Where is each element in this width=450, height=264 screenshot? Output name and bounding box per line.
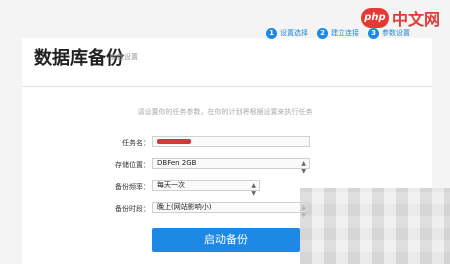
- storage-label: 存储位置：: [115, 161, 150, 169]
- step-1-number: 1: [266, 27, 277, 39]
- time-select[interactable]: 晚上(网站影响小) ▲▼: [152, 202, 310, 219]
- step-2[interactable]: 2 建立连接: [317, 27, 359, 39]
- time-label: 备份时段：: [115, 205, 150, 213]
- page-subtitle: 参数设置: [110, 53, 138, 61]
- start-backup-button[interactable]: 启动备份: [152, 228, 300, 252]
- watermark-text: 中文网: [391, 10, 440, 29]
- redacted-text: [157, 138, 191, 144]
- watermark-logo: php 中文网: [360, 6, 440, 30]
- storage-select[interactable]: DBFen 2GB ▲ ▼: [152, 158, 310, 175]
- step-2-label: 建立连接: [331, 29, 359, 37]
- form-hint: 请设置你的任务参数，在你的计划将根据设置来执行任务: [137, 108, 313, 116]
- frequency-select[interactable]: 每天一次 ▲ ▼: [152, 180, 260, 197]
- php-logo-icon: php: [360, 8, 389, 28]
- step-1-label: 设置选择: [280, 29, 308, 37]
- step-1[interactable]: 1 设置选择: [266, 27, 308, 39]
- frequency-value: 每天一次: [157, 181, 185, 189]
- task-name-label: 任务名：: [122, 139, 150, 147]
- pixelated-overlay: [300, 188, 450, 264]
- task-name-input[interactable]: [152, 136, 310, 147]
- header-divider: [22, 86, 432, 87]
- frequency-label: 备份频率：: [115, 183, 150, 191]
- storage-value: DBFen 2GB: [157, 159, 197, 167]
- select-arrow-icon: ▲▼: [301, 160, 306, 175]
- select-arrow-icon: ▲▼: [251, 182, 256, 197]
- time-value: 晚上(网站影响小): [157, 203, 212, 211]
- step-2-number: 2: [317, 27, 328, 39]
